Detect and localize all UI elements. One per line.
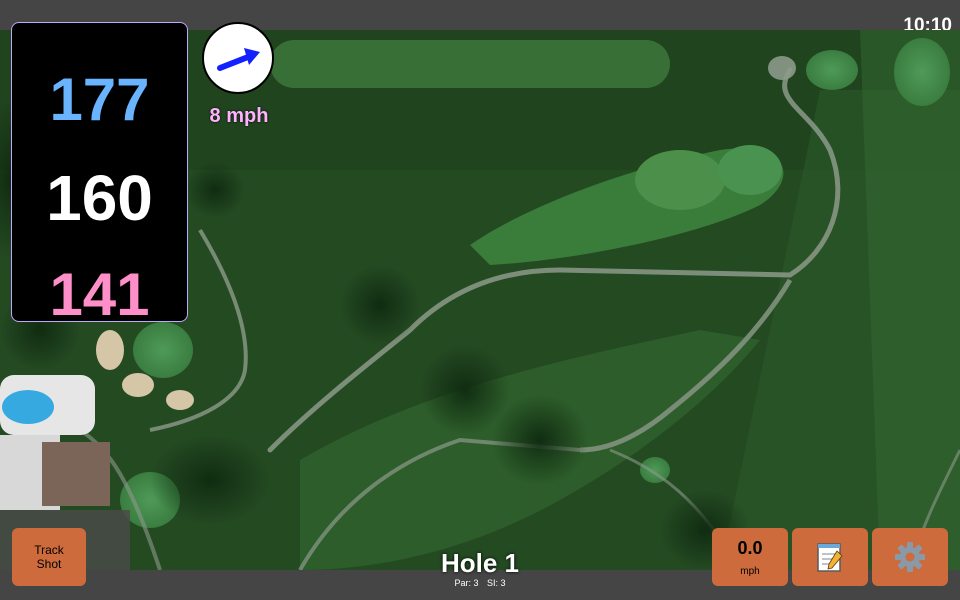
wind-dial [202, 22, 274, 94]
track-shot-button[interactable]: Track Shot [12, 528, 86, 586]
yardage-panel: 177 160 141 [11, 22, 188, 328]
middle-yardage: 160 [46, 162, 153, 234]
front-yardage: 141 [49, 261, 150, 328]
wind-arrow-icon [217, 48, 260, 71]
gear-icon [895, 542, 925, 572]
back-yardage: 177 [49, 66, 150, 133]
hole-stroke-index: SI: 3 [487, 578, 506, 588]
hole-par: Par: 3 [454, 578, 479, 588]
wind-speed: 8 mph [209, 105, 269, 127]
track-shot-label: Track Shot [34, 543, 64, 571]
settings-button[interactable] [872, 528, 948, 586]
notepad-icon [817, 543, 843, 572]
hole-info: Par: 3 SI: 3 [380, 578, 580, 588]
notes-button[interactable] [792, 528, 868, 586]
speed-button[interactable]: 0.0 mph [712, 528, 788, 586]
speed-value: 0.0 [737, 538, 763, 558]
hole-title: Hole 1 [440, 548, 520, 578]
speed-unit: mph [740, 566, 760, 577]
